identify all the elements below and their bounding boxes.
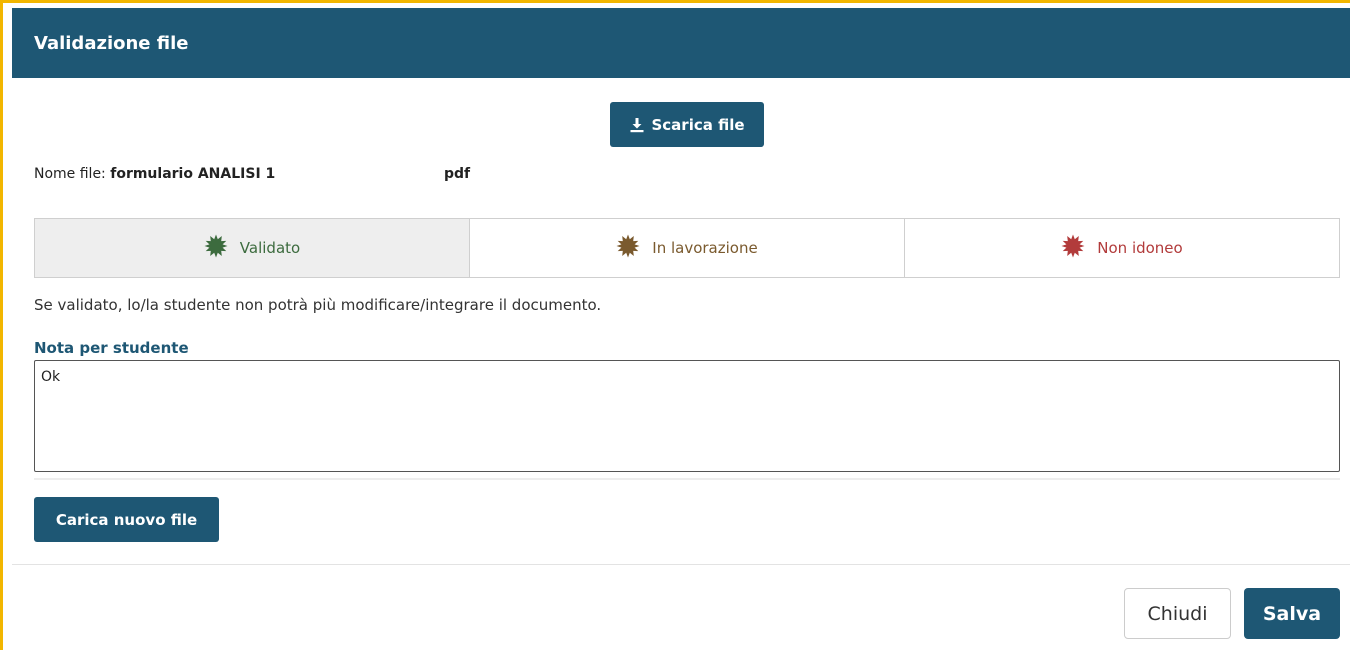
file-name-row: Nome file: formulario ANALISI 1 pdf: [34, 166, 470, 182]
download-icon: [629, 117, 645, 133]
download-button-label: Scarica file: [651, 115, 745, 134]
file-extension: pdf: [444, 166, 471, 182]
modal-header: Validazione file: [12, 8, 1350, 78]
badge-icon: [204, 234, 228, 262]
status-option-validato[interactable]: Validato: [35, 219, 469, 277]
validation-warning: Se validato, lo/la studente non potrà pi…: [34, 296, 602, 314]
status-selector: Validato In lavorazione Non idoneo: [34, 218, 1340, 278]
badge-icon: [1061, 234, 1085, 262]
close-button[interactable]: Chiudi: [1124, 588, 1231, 639]
status-option-label: Validato: [239, 239, 301, 257]
footer-divider: [12, 564, 1350, 565]
file-name-label: Nome file:: [34, 166, 111, 182]
badge-icon: [616, 234, 640, 262]
save-button[interactable]: Salva: [1244, 588, 1340, 639]
status-option-non-idoneo[interactable]: Non idoneo: [904, 219, 1339, 277]
divider: [34, 478, 1340, 480]
modal-frame: [0, 0, 1350, 650]
status-option-label: Non idoneo: [1097, 239, 1183, 257]
status-option-label: In lavorazione: [652, 239, 758, 257]
status-option-in-lavorazione[interactable]: In lavorazione: [469, 219, 904, 277]
note-label: Nota per studente: [34, 339, 189, 357]
upload-new-file-button[interactable]: Carica nuovo file: [34, 497, 219, 542]
student-note-textarea[interactable]: Ok: [34, 360, 1340, 472]
file-name-value: formulario ANALISI 1: [110, 166, 276, 182]
download-file-button[interactable]: Scarica file: [610, 102, 764, 147]
modal-title: Validazione file: [34, 32, 189, 54]
